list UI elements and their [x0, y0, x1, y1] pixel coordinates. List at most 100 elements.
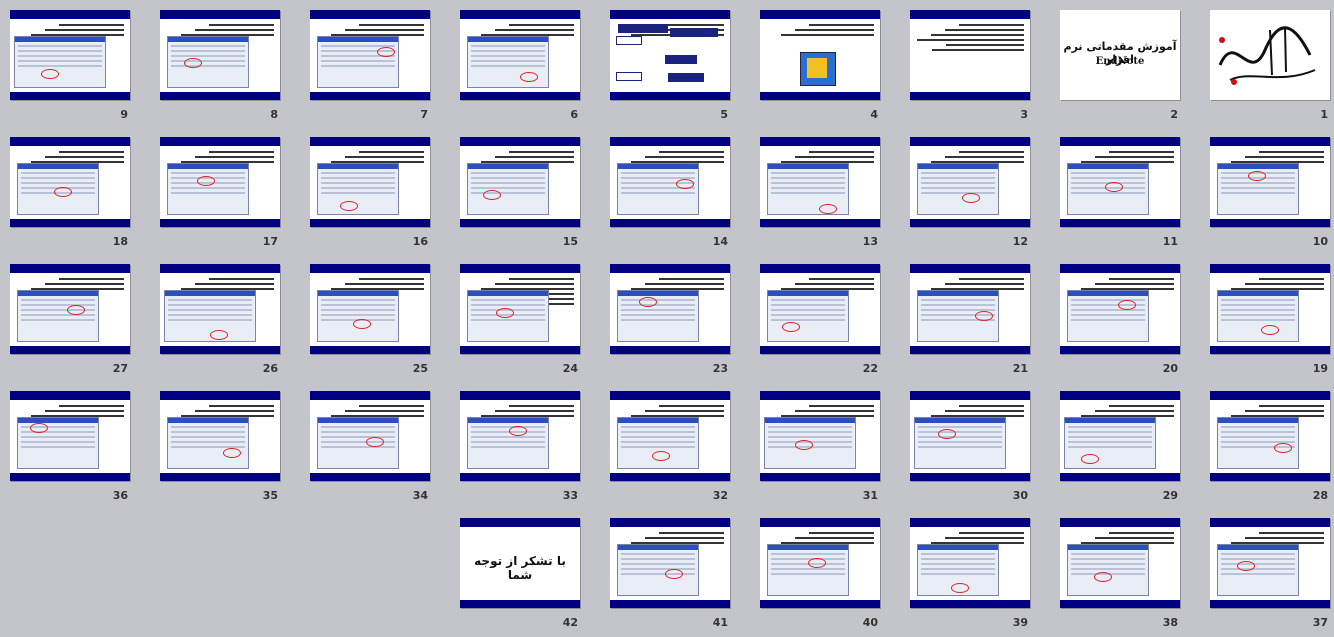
slide-footer-bar [1210, 346, 1330, 354]
slide-footer-bar [160, 346, 280, 354]
slide-text-lines [916, 24, 1024, 54]
software-screenshot [914, 417, 1006, 469]
slide-thumbnail-22[interactable] [760, 264, 880, 354]
software-screenshot [317, 290, 399, 342]
highlight-circle [1274, 443, 1292, 453]
slide-text-lines [766, 24, 874, 39]
slide-footer-bar [310, 92, 430, 100]
slide-header-bar [760, 264, 880, 273]
slide-number-label: 16 [412, 235, 428, 248]
slide-thumbnail-34[interactable] [310, 391, 430, 481]
slide-footer-bar [160, 92, 280, 100]
slide-thumbnail-33[interactable] [460, 391, 580, 481]
diagram-node [665, 55, 697, 64]
slide-header-bar [310, 10, 430, 19]
slide-thumbnail-6[interactable] [460, 10, 580, 100]
highlight-circle [1237, 561, 1255, 571]
slide-thumbnail-20[interactable] [1060, 264, 1180, 354]
slide-thumbnail-23[interactable] [610, 264, 730, 354]
slide-number-label: 8 [270, 108, 278, 121]
slide-number-label: 20 [1162, 362, 1178, 375]
slide-footer-bar [910, 473, 1030, 481]
slide-thumbnail-39[interactable] [910, 518, 1030, 608]
software-screenshot [1217, 290, 1299, 342]
diagram-node [616, 72, 642, 81]
highlight-circle [962, 193, 980, 203]
slide-thumbnail-13[interactable] [760, 137, 880, 227]
slide-thumbnail-41[interactable] [610, 518, 730, 608]
slide-thumbnail-32[interactable] [610, 391, 730, 481]
slide-thumbnail-24[interactable] [460, 264, 580, 354]
slide-thumbnail-11[interactable] [1060, 137, 1180, 227]
slide-header-bar [460, 391, 580, 400]
slide-thumbnail-42[interactable]: با تشکر از توجه شما [460, 518, 580, 608]
slide-header-bar [160, 137, 280, 146]
slide-footer-bar [760, 92, 880, 100]
highlight-circle [1094, 572, 1112, 582]
diagram-node [670, 28, 718, 37]
slide-header-bar [610, 10, 730, 19]
slide-header-bar [460, 518, 580, 527]
highlight-circle [676, 179, 694, 189]
slide-number-label: 5 [720, 108, 728, 121]
slide-thumbnail-19[interactable] [1210, 264, 1330, 354]
slide-thumbnail-29[interactable] [1060, 391, 1180, 481]
slide-header-bar [160, 264, 280, 273]
slide-thumbnail-9[interactable] [10, 10, 130, 100]
slide-number-label: 23 [712, 362, 728, 375]
slide-header-bar [610, 137, 730, 146]
slide-footer-bar [460, 92, 580, 100]
slide-number-label: 19 [1312, 362, 1328, 375]
software-screenshot [167, 36, 249, 88]
slide-thumbnail-7[interactable] [310, 10, 430, 100]
slide-number-label: 35 [262, 489, 278, 502]
slide-thumbnail-18[interactable] [10, 137, 130, 227]
slide-thumbnail-4[interactable] [760, 10, 880, 100]
slide-thumbnail-38[interactable] [1060, 518, 1180, 608]
slide-footer-bar [460, 346, 580, 354]
slide-thumbnail-2[interactable]: آموزش مقدماتی نرم افزار EndNote [1060, 10, 1180, 100]
slide-header-bar [610, 391, 730, 400]
slide-thumbnail-14[interactable] [610, 137, 730, 227]
slide-header-bar [1210, 137, 1330, 146]
highlight-circle [639, 297, 657, 307]
slide-header-bar [160, 391, 280, 400]
highlight-circle [938, 429, 956, 439]
slide-thumbnail-3[interactable] [910, 10, 1030, 100]
slide-footer-bar [760, 473, 880, 481]
highlight-circle [483, 190, 501, 200]
slide-header-bar [910, 391, 1030, 400]
slide-thumbnail-36[interactable] [10, 391, 130, 481]
slide-thumbnail-17[interactable] [160, 137, 280, 227]
slide-thumbnail-26[interactable] [160, 264, 280, 354]
slide-thumbnail-37[interactable] [1210, 518, 1330, 608]
slide-footer-bar [760, 600, 880, 608]
slide-footer-bar [1060, 219, 1180, 227]
slide-thumbnail-8[interactable] [160, 10, 280, 100]
slide-thumbnail-10[interactable] [1210, 137, 1330, 227]
highlight-circle [782, 322, 800, 332]
slide-thumbnail-5[interactable] [610, 10, 730, 100]
slide-thumbnail-30[interactable] [910, 391, 1030, 481]
slide-number-label: 39 [1012, 616, 1028, 629]
slide-thumbnail-28[interactable] [1210, 391, 1330, 481]
software-screenshot [617, 163, 699, 215]
slide-thumbnail-21[interactable] [910, 264, 1030, 354]
slide-thumbnail-25[interactable] [310, 264, 430, 354]
slide-thumbnail-1[interactable] [1210, 10, 1330, 100]
slide-thumbnail-12[interactable] [910, 137, 1030, 227]
slide-thumbnail-35[interactable] [160, 391, 280, 481]
slide-thumbnail-31[interactable] [760, 391, 880, 481]
highlight-circle [1105, 182, 1123, 192]
slide-thumbnail-40[interactable] [760, 518, 880, 608]
slide-footer-bar [160, 473, 280, 481]
software-screenshot [1217, 544, 1299, 596]
slide-thumbnail-16[interactable] [310, 137, 430, 227]
slide-footer-bar [10, 92, 130, 100]
highlight-circle [819, 204, 837, 214]
slide-number-label: 2 [1170, 108, 1178, 121]
slide-thumbnail-15[interactable] [460, 137, 580, 227]
slide-thumbnail-27[interactable] [10, 264, 130, 354]
software-screenshot [767, 544, 849, 596]
slide-footer-bar [910, 219, 1030, 227]
